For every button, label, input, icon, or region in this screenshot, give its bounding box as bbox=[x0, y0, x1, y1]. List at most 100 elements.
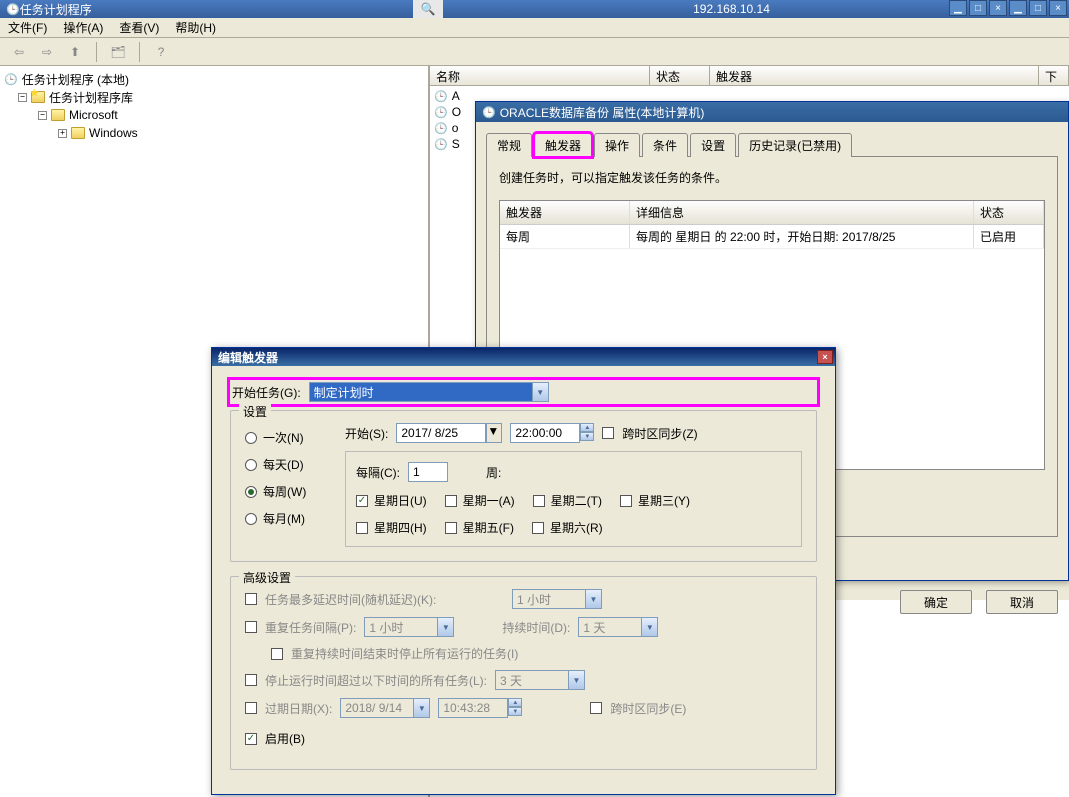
tab-general[interactable]: 常规 bbox=[486, 133, 532, 157]
refresh-button[interactable]: 🗂 bbox=[107, 41, 129, 63]
day-thursday[interactable]: 星期四(H) bbox=[356, 519, 427, 536]
maximize-button[interactable]: □ bbox=[1029, 0, 1047, 16]
radio-daily[interactable]: 每天(D) bbox=[245, 456, 325, 473]
day-tuesday[interactable]: 星期二(T) bbox=[533, 492, 602, 509]
separator bbox=[96, 42, 97, 62]
spin-up-icon[interactable]: ▲ bbox=[580, 423, 594, 432]
chevron-down-icon[interactable]: ▼ bbox=[532, 383, 548, 401]
radio-weekly[interactable]: 每周(W) bbox=[245, 483, 325, 500]
tz-sync-checkbox[interactable] bbox=[602, 427, 614, 439]
duration-dropdown[interactable]: 1 天▼ bbox=[578, 617, 658, 637]
every-input[interactable]: 1 bbox=[408, 462, 448, 482]
menu-view[interactable]: 查看(V) bbox=[119, 19, 159, 36]
enabled-checkbox[interactable] bbox=[245, 733, 257, 745]
tree-library[interactable]: − 任务计划程序库 bbox=[4, 88, 424, 106]
tz-sync-label: 跨时区同步(Z) bbox=[622, 425, 697, 442]
cell-state: 已启用 bbox=[974, 225, 1044, 248]
tree-windows-label: Windows bbox=[89, 126, 138, 140]
menubar: 文件(F) 操作(A) 查看(V) 帮助(H) bbox=[0, 18, 1069, 38]
help-button[interactable]: ? bbox=[150, 41, 172, 63]
day-monday[interactable]: 星期一(A) bbox=[445, 492, 515, 509]
tree-microsoft-label: Microsoft bbox=[69, 108, 118, 122]
start-task-dropdown[interactable]: 制定计划时 ▼ bbox=[309, 382, 549, 402]
tree-root[interactable]: 任务计划程序 (本地) bbox=[4, 70, 424, 88]
day-saturday[interactable]: 星期六(R) bbox=[532, 519, 603, 536]
tab-description: 创建任务时，可以指定触发该任务的条件。 bbox=[499, 169, 1045, 186]
edit-trigger-titlebar[interactable]: 编辑触发器 × bbox=[212, 348, 835, 366]
day-wednesday[interactable]: 星期三(Y) bbox=[620, 492, 690, 509]
menu-file[interactable]: 文件(F) bbox=[8, 19, 47, 36]
spin-up-icon[interactable]: ▲ bbox=[508, 698, 522, 707]
radio-monthly[interactable]: 每月(M) bbox=[245, 510, 325, 527]
menu-help[interactable]: 帮助(H) bbox=[175, 19, 216, 36]
stop-after-label: 重复持续时间结束时停止所有运行的任务(I) bbox=[291, 645, 518, 662]
expander-icon[interactable]: − bbox=[38, 111, 47, 120]
edit-trigger-dialog: 编辑触发器 × 开始任务(G): 制定计划时 ▼ 设置 一次(N) 每天(D) … bbox=[211, 347, 836, 795]
col-state[interactable]: 状态 bbox=[974, 201, 1044, 224]
properties-titlebar[interactable]: ORACLE数据库备份 属性(本地计算机) bbox=[476, 102, 1068, 122]
expander-icon[interactable]: + bbox=[58, 129, 67, 138]
radio-once[interactable]: 一次(N) bbox=[245, 429, 325, 446]
tree-microsoft[interactable]: − Microsoft bbox=[4, 106, 424, 124]
forward-button[interactable]: ⇨ bbox=[36, 41, 58, 63]
minimize-button[interactable]: ▁ bbox=[1009, 0, 1027, 16]
spin-down-icon[interactable]: ▼ bbox=[508, 707, 522, 716]
col-detail[interactable]: 详细信息 bbox=[630, 201, 974, 224]
properties-title: ORACLE数据库备份 属性(本地计算机) bbox=[500, 104, 705, 121]
day-friday[interactable]: 星期五(F) bbox=[445, 519, 514, 536]
tab-conditions[interactable]: 条件 bbox=[642, 133, 688, 157]
chevron-down-icon[interactable]: ▼ bbox=[486, 423, 502, 443]
col-trigger[interactable]: 触发器 bbox=[500, 201, 630, 224]
delay-checkbox[interactable] bbox=[245, 593, 257, 605]
col-name[interactable]: 名称 bbox=[430, 66, 650, 85]
edit-trigger-title: 编辑触发器 bbox=[218, 349, 278, 366]
clock-icon bbox=[482, 105, 496, 119]
delay-dropdown[interactable]: 1 小时▼ bbox=[512, 589, 602, 609]
repeat-checkbox[interactable] bbox=[245, 621, 257, 633]
tab-history[interactable]: 历史记录(已禁用) bbox=[738, 133, 852, 157]
close-icon[interactable]: × bbox=[817, 350, 833, 364]
day-sunday[interactable]: 星期日(U) bbox=[356, 492, 427, 509]
start-time-input[interactable]: 22:00:00 ▲▼ bbox=[510, 423, 594, 443]
spin-down-icon[interactable]: ▼ bbox=[580, 432, 594, 441]
tab-settings[interactable]: 设置 bbox=[690, 133, 736, 157]
folder-icon bbox=[51, 109, 65, 121]
table-row[interactable]: 每周 每周的 星期日 的 22:00 时，开始日期: 2017/8/25 已启用 bbox=[500, 225, 1044, 249]
stop-longer-checkbox[interactable] bbox=[245, 674, 257, 686]
chevron-down-icon[interactable]: ▼ bbox=[437, 618, 453, 636]
repeat-dropdown[interactable]: 1 小时▼ bbox=[364, 617, 454, 637]
up-button[interactable]: ⬆ bbox=[64, 41, 86, 63]
chevron-down-icon[interactable]: ▼ bbox=[641, 618, 657, 636]
start-task-label: 开始任务(G): bbox=[232, 384, 301, 401]
enabled-label: 启用(B) bbox=[265, 730, 305, 747]
expire-checkbox[interactable] bbox=[245, 702, 257, 714]
expire-date-input[interactable]: 2018/ 9/14▼ bbox=[340, 698, 430, 718]
back-button[interactable]: ⇦ bbox=[8, 41, 30, 63]
stop-after-checkbox[interactable] bbox=[271, 648, 283, 660]
tree-windows[interactable]: + Windows bbox=[4, 124, 424, 142]
stop-dropdown[interactable]: 3 天▼ bbox=[495, 670, 585, 690]
inner-minimize-button[interactable]: ▁ bbox=[949, 0, 967, 16]
chevron-down-icon[interactable]: ▼ bbox=[413, 699, 429, 717]
chevron-down-icon[interactable]: ▼ bbox=[568, 671, 584, 689]
start-date-input[interactable]: 2017/ 8/25 ▼ bbox=[396, 423, 502, 443]
expire-time-input[interactable]: 10:43:28 ▲▼ bbox=[438, 698, 522, 718]
inner-close-button[interactable]: × bbox=[989, 0, 1007, 16]
menu-action[interactable]: 操作(A) bbox=[63, 19, 103, 36]
ok-button[interactable]: 确定 bbox=[900, 590, 972, 614]
col-state[interactable]: 状态 bbox=[650, 66, 710, 85]
tz-sync2-checkbox[interactable] bbox=[590, 702, 602, 714]
inner-maximize-button[interactable]: □ bbox=[969, 0, 987, 16]
close-button[interactable]: × bbox=[1049, 0, 1067, 16]
expander-icon[interactable]: − bbox=[18, 93, 27, 102]
col-next[interactable]: 下 bbox=[1039, 66, 1069, 85]
clock-icon bbox=[4, 72, 18, 86]
tab-actions[interactable]: 操作 bbox=[594, 133, 640, 157]
col-triggers[interactable]: 触发器 bbox=[710, 66, 1039, 85]
tab-triggers[interactable]: 触发器 bbox=[534, 133, 592, 157]
chevron-down-icon[interactable]: ▼ bbox=[585, 590, 601, 608]
start-task-value: 制定计划时 bbox=[314, 384, 374, 401]
settings-groupbox: 设置 一次(N) 每天(D) 每周(W) 每月(M) 开始(S): 2017/ … bbox=[230, 410, 817, 562]
cancel-button[interactable]: 取消 bbox=[986, 590, 1058, 614]
search-icon[interactable]: 🔍 bbox=[413, 0, 443, 18]
